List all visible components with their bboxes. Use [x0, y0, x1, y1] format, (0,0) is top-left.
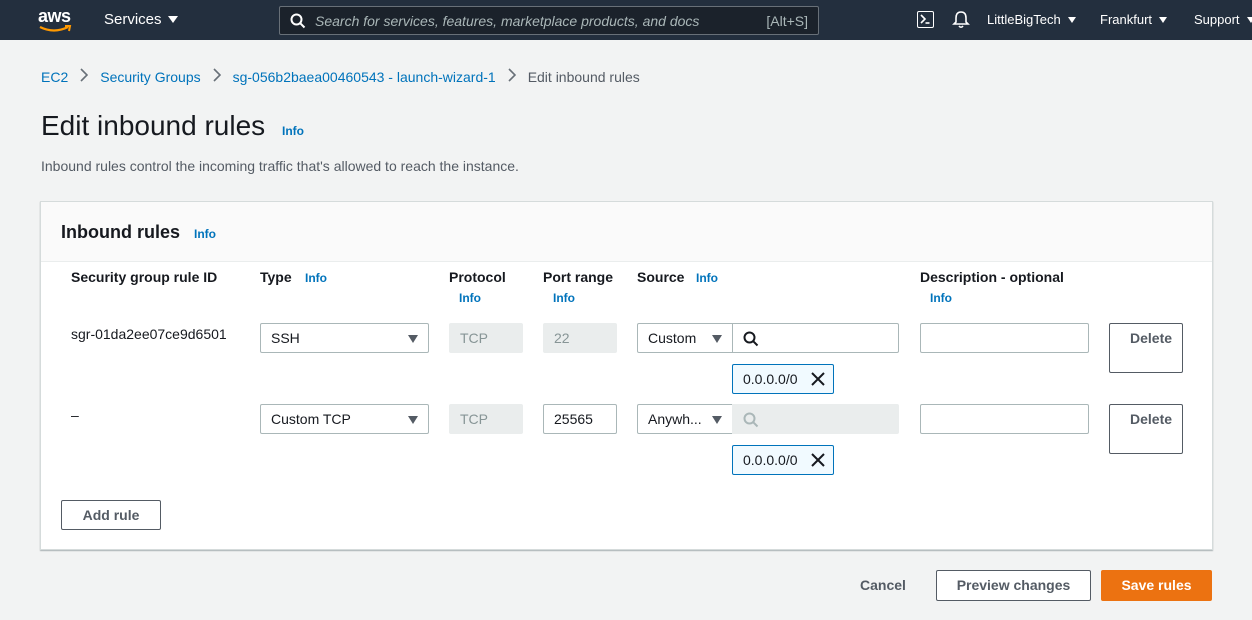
aws-logo[interactable]: aws — [38, 6, 74, 34]
protocol-value: TCP — [460, 330, 488, 346]
column-header-port-range: Port range — [543, 269, 614, 285]
cidr-token: 0.0.0.0/0 — [732, 364, 834, 394]
search-placeholder: Search for services, features, marketpla… — [315, 13, 700, 29]
caret-down-icon — [167, 16, 178, 23]
type-select-value: SSH — [271, 330, 300, 346]
breadcrumb-ec2[interactable]: EC2 — [41, 69, 68, 85]
region-label: Frankfurt — [1100, 12, 1153, 27]
chevron-right-icon — [508, 68, 516, 85]
support-label: Support — [1194, 12, 1240, 27]
description-input[interactable] — [920, 404, 1089, 434]
close-icon[interactable] — [811, 453, 825, 467]
column-header-source: Source — [637, 269, 685, 285]
top-navigation: aws Services Search for services, featur… — [0, 0, 1252, 40]
breadcrumb-current: Edit inbound rules — [527, 68, 640, 85]
region-menu[interactable]: Frankfurt — [1100, 12, 1168, 27]
cidr-token: 0.0.0.0/0 — [732, 445, 834, 475]
description-info-link[interactable]: Info — [930, 291, 952, 305]
delete-rule-button[interactable]: Delete — [1109, 323, 1183, 373]
panel-title: Inbound rules — [61, 222, 180, 242]
services-menu[interactable]: Services — [104, 11, 178, 28]
caret-down-icon — [408, 416, 418, 424]
caret-down-icon — [712, 335, 722, 343]
caret-down-icon — [1067, 16, 1076, 23]
description-input[interactable] — [920, 323, 1089, 353]
protocol-field: TCP — [449, 323, 523, 353]
chevron-right-icon — [80, 68, 89, 85]
cidr-token-label: 0.0.0.0/0 — [743, 452, 798, 468]
services-label: Services — [104, 11, 162, 28]
source-type-select[interactable]: Anywh... — [637, 404, 733, 434]
aws-smile-icon — [39, 25, 72, 32]
account-menu[interactable]: LittleBigTech — [987, 12, 1076, 27]
close-icon[interactable] — [811, 372, 825, 386]
port-range-value: 22 — [554, 330, 570, 346]
search-icon — [290, 13, 306, 29]
source-type-select[interactable]: Custom — [637, 323, 733, 353]
notifications-bell-icon[interactable] — [952, 10, 970, 29]
search-icon — [743, 412, 759, 428]
inbound-rules-panel: Inbound rules Info Security group rule I… — [40, 201, 1213, 550]
chevron-right-icon — [213, 68, 221, 85]
aws-logo-text: aws — [38, 6, 71, 26]
rule-id-cell: – — [71, 407, 79, 423]
type-select[interactable]: SSH — [260, 323, 429, 353]
source-info-link[interactable]: Info — [696, 271, 718, 285]
protocol-field: TCP — [449, 404, 523, 434]
panel-header: Inbound rules Info — [41, 202, 1212, 262]
type-select[interactable]: Custom TCP — [260, 404, 429, 434]
save-rules-button[interactable]: Save rules — [1101, 570, 1212, 601]
rule-id-cell: sgr-01da2ee07ce9d6501 — [71, 326, 227, 342]
column-header-type: Type — [260, 269, 292, 285]
search-shortcut: [Alt+S] — [766, 13, 808, 29]
search-icon — [743, 331, 759, 347]
caret-down-icon — [408, 335, 418, 343]
breadcrumb-security-group[interactable]: sg-056b2baea00460543 - launch-wizard-1 — [233, 69, 496, 85]
page-title: Edit inbound rules — [41, 110, 266, 141]
column-header-protocol: Protocol — [449, 269, 506, 285]
type-select-value: Custom TCP — [271, 411, 351, 427]
caret-down-icon — [712, 416, 722, 424]
cancel-button[interactable]: Cancel — [860, 577, 906, 593]
caret-down-icon — [1159, 16, 1168, 23]
column-header-rule-id: Security group rule ID — [71, 269, 218, 285]
breadcrumb: EC2 Security Groups sg-056b2baea00460543… — [41, 68, 640, 85]
port-range-input[interactable]: 25565 — [543, 404, 617, 434]
protocol-info-link[interactable]: Info — [459, 291, 481, 305]
type-info-link[interactable]: Info — [305, 271, 327, 285]
cloudshell-icon[interactable] — [917, 11, 934, 28]
cidr-token-label: 0.0.0.0/0 — [743, 371, 798, 387]
source-search-input[interactable] — [732, 323, 899, 353]
port-range-info-link[interactable]: Info — [553, 291, 575, 305]
caret-down-icon — [1246, 16, 1252, 23]
source-search-input — [732, 404, 899, 434]
delete-rule-button[interactable]: Delete — [1109, 404, 1183, 454]
support-menu[interactable]: Support — [1194, 12, 1252, 27]
column-header-description: Description - optional — [920, 269, 1064, 285]
add-rule-button[interactable]: Add rule — [61, 500, 161, 530]
port-range-value: 25565 — [554, 411, 593, 427]
source-type-value: Custom — [648, 330, 697, 346]
breadcrumb-security-groups[interactable]: Security Groups — [100, 69, 200, 85]
panel-info-link[interactable]: Info — [194, 227, 216, 241]
global-search-input[interactable]: Search for services, features, marketpla… — [279, 6, 819, 35]
port-range-field: 22 — [543, 323, 617, 353]
account-label: LittleBigTech — [987, 12, 1061, 27]
page-title-info-link[interactable]: Info — [282, 124, 304, 138]
preview-changes-button[interactable]: Preview changes — [936, 570, 1091, 601]
page-subtitle: Inbound rules control the incoming traff… — [41, 158, 519, 174]
source-type-value: Anywh... — [648, 411, 702, 427]
protocol-value: TCP — [460, 411, 488, 427]
